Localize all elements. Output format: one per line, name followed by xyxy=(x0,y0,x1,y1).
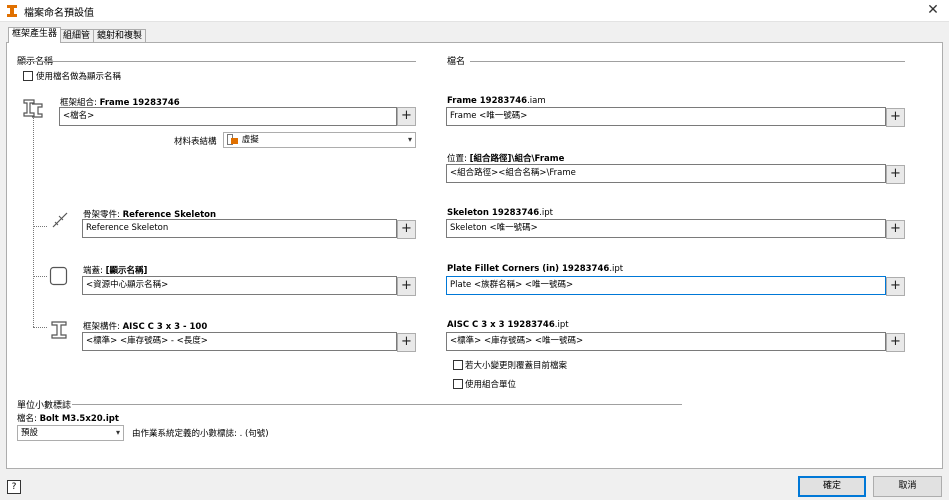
help-button[interactable]: ? xyxy=(7,480,21,494)
tree-connector xyxy=(33,327,47,328)
skeleton-file-add-button[interactable]: + xyxy=(886,220,905,239)
bom-structure-select[interactable]: 虛擬 ▾ xyxy=(223,132,416,148)
frame-file-add-button[interactable]: + xyxy=(886,108,905,127)
skeleton-file-input[interactable]: Skeleton <唯一號碼> xyxy=(446,219,886,238)
frame-file-input[interactable]: Frame <唯一號碼> xyxy=(446,107,886,126)
member-file-input[interactable]: <標準> <庫存號碼> <唯一號碼> xyxy=(446,332,886,351)
decimal-description: 由作業系統定義的小數標誌: . (句號) xyxy=(132,429,269,439)
frame-assembly-icon xyxy=(22,98,46,118)
phantom-icon xyxy=(227,134,239,145)
member-file-add-button[interactable]: + xyxy=(886,333,905,352)
app-icon xyxy=(6,4,18,18)
member-file-label: AISC C 3 x 3 19283746.ipt xyxy=(447,320,569,330)
location-label: 位置: [組合路徑]\組合\Frame xyxy=(447,154,565,164)
bom-structure-value: 虛擬 xyxy=(241,135,259,145)
decimal-filename-label: 檔名: Bolt M3.5x20.ipt xyxy=(17,414,119,424)
end-cap-label: 端蓋: [顯示名稱] xyxy=(83,266,148,276)
chevron-down-icon: ▾ xyxy=(115,428,120,437)
tab-frame-generator[interactable]: 框架產生器 xyxy=(8,27,62,43)
tree-connector xyxy=(33,226,47,227)
overwrite-checkbox[interactable] xyxy=(453,360,463,370)
cancel-button[interactable]: 取消 xyxy=(873,476,942,497)
use-assembly-units-checkbox[interactable] xyxy=(453,379,463,389)
decimal-select[interactable]: 預設 ▾ xyxy=(17,425,124,441)
skeleton-part-add-button[interactable]: + xyxy=(397,220,416,239)
frame-member-label: 框架構件: AISC C 3 x 3 - 100 xyxy=(83,322,208,332)
frame-file-label: Frame 19283746.iam xyxy=(447,96,546,106)
end-cap-file-label: Plate Fillet Corners (in) 19283746.ipt xyxy=(447,264,624,274)
divider xyxy=(17,61,416,62)
chevron-down-icon: ▾ xyxy=(407,135,412,144)
use-filename-checkbox[interactable] xyxy=(23,71,33,81)
end-cap-file-input[interactable]: Plate <族群名稱> <唯一號碼> xyxy=(446,276,886,295)
frame-member-icon xyxy=(49,320,69,340)
close-icon[interactable]: ✕ xyxy=(925,2,941,18)
end-cap-add-button[interactable]: + xyxy=(397,277,416,296)
end-cap-file-add-button[interactable]: + xyxy=(886,277,905,296)
decimal-select-value: 預設 xyxy=(21,428,39,438)
location-input[interactable]: <組合路徑><組合名稱>\Frame xyxy=(446,164,886,183)
tab-tube-and-pipe[interactable]: 組細管 xyxy=(59,29,95,42)
title-bar xyxy=(0,0,949,22)
frame-member-input[interactable]: <標準> <庫存號碼> - <長度> xyxy=(82,332,397,351)
end-cap-icon xyxy=(49,266,68,286)
skeleton-icon xyxy=(49,208,71,230)
frame-member-add-button[interactable]: + xyxy=(397,333,416,352)
frame-assembly-add-button[interactable]: + xyxy=(397,107,416,126)
skeleton-file-label: Skeleton 19283746.ipt xyxy=(447,208,554,218)
divider xyxy=(72,404,682,405)
tree-connector xyxy=(33,118,34,327)
tab-mirror-and-copy[interactable]: 鏡射和複製 xyxy=(93,29,147,42)
location-add-button[interactable]: + xyxy=(886,165,905,184)
skeleton-part-input[interactable]: Reference Skeleton xyxy=(82,219,397,238)
use-assembly-units-label: 使用組合單位 xyxy=(465,380,517,390)
bom-structure-label: 材料表結構 xyxy=(174,137,217,147)
tree-connector xyxy=(33,276,47,277)
window-title: 檔案命名預設值 xyxy=(24,8,94,19)
overwrite-label: 若大小變更則覆蓋目前檔案 xyxy=(465,361,568,371)
ok-button[interactable]: 確定 xyxy=(798,476,866,497)
decimal-header: 單位小數標誌 xyxy=(17,401,72,411)
filename-header: 檔名 xyxy=(447,57,466,67)
frame-assembly-input[interactable]: <檔名> xyxy=(59,107,397,126)
use-filename-label: 使用檔名做為顯示名稱 xyxy=(36,72,122,82)
end-cap-input[interactable]: <資源中心顯示名稱> xyxy=(82,276,397,295)
divider xyxy=(470,61,905,62)
